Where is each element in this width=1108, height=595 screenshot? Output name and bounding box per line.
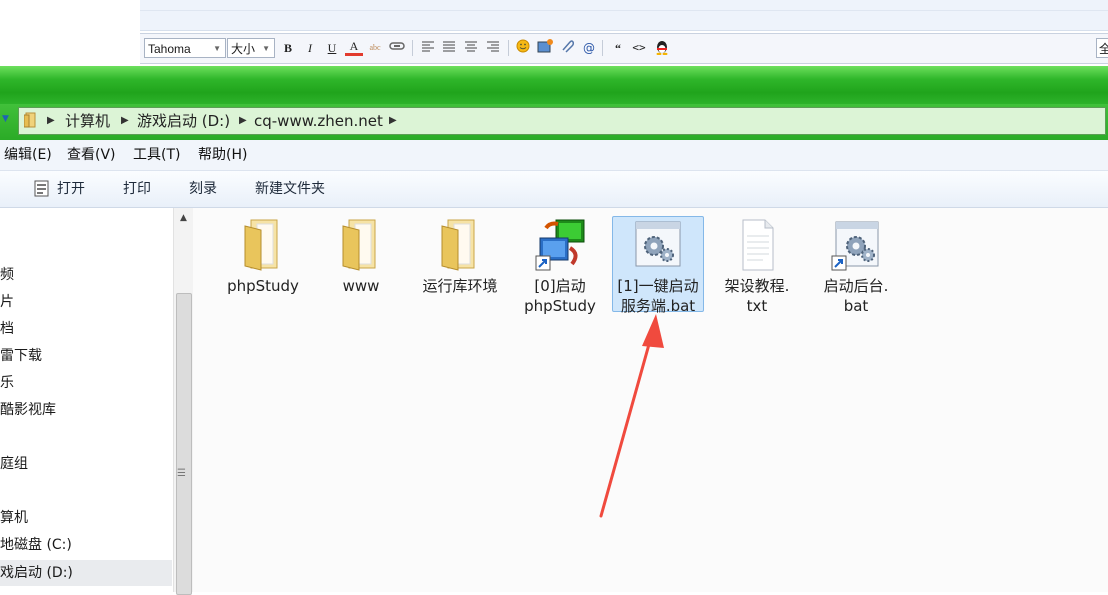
- file-item-runtime-env[interactable]: 运行库环境: [414, 218, 506, 296]
- nav-item-homegroup[interactable]: 庭组: [0, 455, 28, 473]
- attachment-icon[interactable]: [558, 39, 576, 57]
- breadcrumb-arrow-icon[interactable]: ▶: [47, 111, 55, 131]
- toolbar-divider: [412, 40, 413, 56]
- nav-item-music[interactable]: 乐: [0, 374, 14, 392]
- file-label: 架设教程. txt: [711, 276, 803, 316]
- nav-item-videos[interactable]: 频: [0, 266, 14, 284]
- address-bar[interactable]: ▶ 计算机 ▶ 游戏启动 (D:) ▶ cq-www.zhen.net ▶: [18, 107, 1106, 135]
- breadcrumb-arrow-icon[interactable]: ▶: [121, 111, 129, 131]
- bold-button[interactable]: B: [279, 39, 297, 57]
- file-item-start-backend-bat[interactable]: 启动后台. bat: [810, 218, 902, 316]
- file-label-line2: txt: [746, 297, 768, 315]
- chevron-down-icon[interactable]: ▼: [2, 114, 9, 124]
- nav-item-youku-library[interactable]: 酷影视库: [0, 401, 56, 419]
- align-right-icon[interactable]: [484, 39, 502, 57]
- bat-gear-icon: [632, 218, 684, 272]
- shortcut-app-icon: [534, 218, 586, 272]
- menu-edit[interactable]: 编辑(E): [4, 146, 52, 164]
- file-label-line1: [0]启动: [534, 277, 586, 295]
- breadcrumb-arrow-icon[interactable]: ▶: [389, 111, 397, 131]
- file-label-line1: [1]一键启动: [617, 277, 699, 295]
- scroll-up-icon[interactable]: ▲: [174, 210, 193, 226]
- chevron-down-icon: ▼: [262, 44, 270, 53]
- menu-bar: 编辑(E) 查看(V) 工具(T) 帮助(H): [0, 140, 1108, 171]
- italic-button[interactable]: I: [301, 39, 319, 57]
- breadcrumb-arrow-icon[interactable]: ▶: [239, 111, 247, 131]
- file-item-phpstudy[interactable]: phpStudy: [217, 218, 309, 296]
- nav-item-pictures[interactable]: 片: [0, 293, 14, 311]
- folder-icon: [335, 218, 387, 272]
- file-label: phpStudy: [227, 277, 299, 295]
- breadcrumb-folder[interactable]: cq-www.zhen.net: [254, 111, 383, 131]
- file-item-www[interactable]: www: [315, 218, 407, 296]
- open-icon: [34, 180, 49, 197]
- menu-view[interactable]: 查看(V): [67, 146, 116, 164]
- file-label-line2: phpStudy: [524, 297, 596, 315]
- image-icon[interactable]: [536, 39, 554, 57]
- navigation-pane: 频 片 档 雷下载 乐 酷影视库 庭组 算机 地磁盘 (C:) 戏启动 (D:): [0, 208, 193, 592]
- file-item-setup-tutorial-txt[interactable]: 架设教程. txt: [711, 218, 803, 316]
- rich-text-toolbar: Tahoma ▼ 大小 ▼ B I U A abc @ “ <> 全: [140, 33, 1108, 64]
- file-label: www: [342, 277, 380, 295]
- nav-item-thunder-downloads[interactable]: 雷下载: [0, 347, 42, 365]
- font-family-value: Tahoma: [148, 42, 191, 56]
- code-icon[interactable]: <>: [630, 39, 648, 57]
- align-justify-icon[interactable]: [440, 39, 458, 57]
- page-blank-area: [0, 0, 140, 66]
- toolbar-divider: [508, 40, 509, 56]
- mention-icon[interactable]: @: [580, 39, 598, 57]
- link-icon[interactable]: [388, 39, 406, 57]
- command-bar: 打开 打印 刻录 新建文件夹: [0, 171, 1108, 208]
- nav-item-computer[interactable]: 算机: [0, 509, 28, 527]
- folder-icon: [434, 218, 486, 272]
- bat-shortcut-icon: [830, 218, 882, 272]
- file-item-oneclick-server-bat[interactable]: [1]一键启动 服务端.bat: [612, 218, 704, 316]
- menu-tools[interactable]: 工具(T): [133, 146, 180, 164]
- menu-help[interactable]: 帮助(H): [198, 146, 247, 164]
- file-label-line1: 启动后台.: [823, 277, 889, 295]
- file-label: 启动后台. bat: [810, 276, 902, 316]
- editor-text-area[interactable]: [140, 0, 1108, 31]
- annotation-arrow-icon: [599, 314, 664, 518]
- nav-scrollbar[interactable]: ▲ ☰: [173, 208, 193, 595]
- font-size-select[interactable]: 大小 ▼: [227, 38, 275, 58]
- window-title-bar: [0, 66, 1108, 104]
- text-file-icon: [731, 218, 783, 272]
- underline-button[interactable]: U: [323, 39, 341, 57]
- file-label-line1: 架设教程.: [724, 277, 790, 295]
- scroll-grip-icon: ☰: [177, 468, 186, 479]
- file-label-line2: bat: [843, 297, 869, 315]
- scroll-thumb[interactable]: [176, 293, 192, 595]
- open-button[interactable]: 打开: [57, 180, 85, 198]
- folder-icon: [24, 112, 36, 128]
- font-size-value: 大小: [231, 42, 256, 56]
- nav-item-drive-d[interactable]: 戏启动 (D:): [0, 564, 73, 582]
- burn-button[interactable]: 刻录: [189, 180, 217, 198]
- toolbar-divider: [602, 40, 603, 56]
- align-center-icon[interactable]: [462, 39, 480, 57]
- emoji-icon[interactable]: [514, 39, 532, 57]
- breadcrumb-drive[interactable]: 游戏启动 (D:): [137, 111, 230, 131]
- file-item-start-phpstudy[interactable]: [0]启动 phpStudy: [514, 218, 606, 316]
- file-label: 运行库环境: [422, 277, 498, 295]
- highlight-button[interactable]: abc: [366, 39, 384, 57]
- nav-item-drive-c[interactable]: 地磁盘 (C:): [0, 536, 72, 554]
- align-left-icon[interactable]: [419, 39, 437, 57]
- quote-icon[interactable]: “: [609, 39, 627, 57]
- font-color-button[interactable]: A: [345, 39, 363, 56]
- qq-penguin-icon[interactable]: [653, 39, 671, 57]
- select-all-combo[interactable]: 全: [1096, 38, 1108, 58]
- print-button[interactable]: 打印: [123, 180, 151, 198]
- chevron-down-icon: ▼: [213, 44, 221, 53]
- new-folder-button[interactable]: 新建文件夹: [255, 180, 325, 198]
- breadcrumb-computer[interactable]: 计算机: [65, 111, 110, 131]
- font-family-select[interactable]: Tahoma ▼: [144, 38, 226, 58]
- folder-icon: [237, 218, 289, 272]
- nav-item-documents[interactable]: 档: [0, 320, 14, 338]
